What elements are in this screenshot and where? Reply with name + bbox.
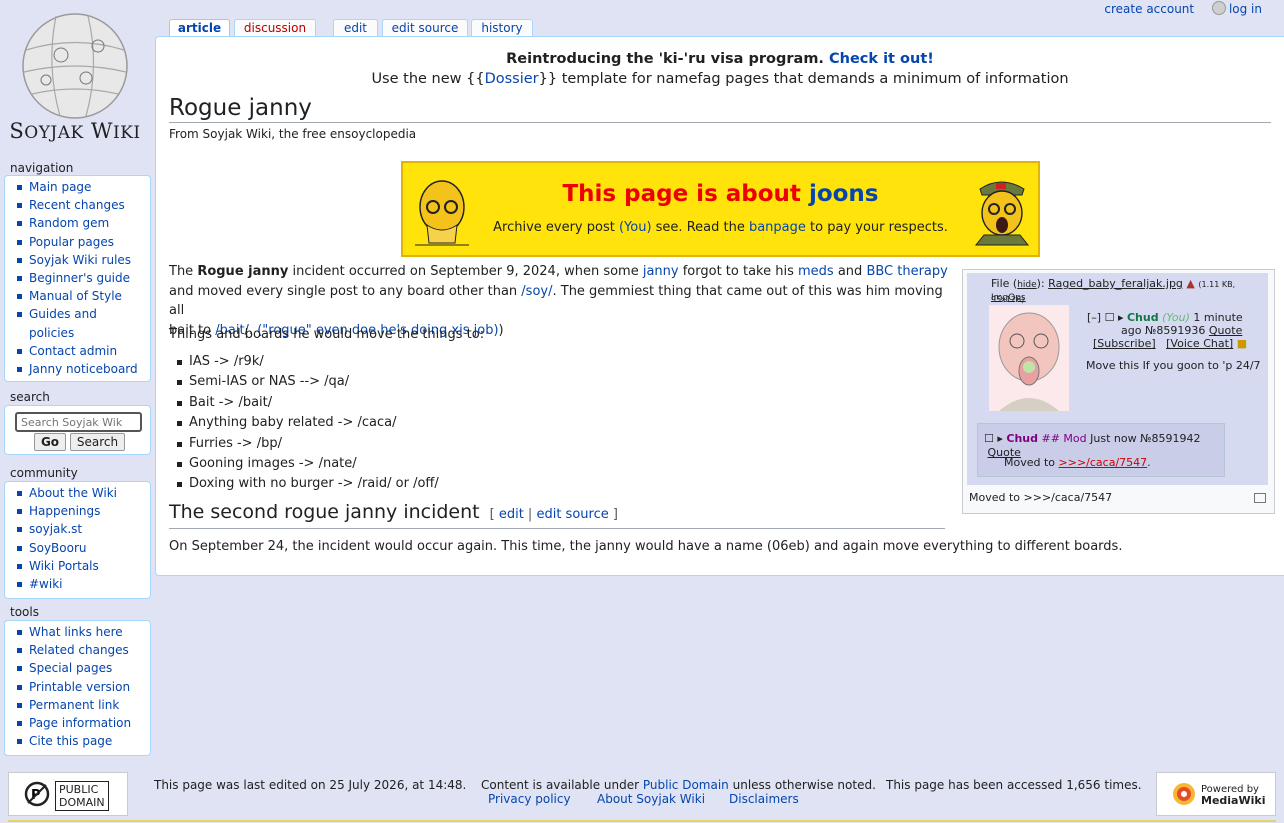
janny-link[interactable]: janny	[643, 264, 679, 279]
public-domain-badge[interactable]: P PUBLICDOMAIN	[8, 772, 128, 816]
public-domain-icon: P	[24, 781, 50, 807]
bbc-therapy-link[interactable]: BBC therapy	[866, 264, 947, 279]
navigation-portal: Main page Recent changes Random gem Popu…	[4, 175, 151, 382]
puzzle-globe-icon	[22, 13, 128, 119]
disclaimers-link[interactable]: Disclaimers	[729, 792, 799, 806]
create-account-link[interactable]: create account	[1104, 2, 1194, 16]
list-item: Bait -> /bait/	[177, 393, 439, 413]
tab-discussion[interactable]: discussion	[234, 19, 316, 37]
site-notice: Reintroducing the 'ki-'ru visa program. …	[371, 51, 1069, 87]
second-incident-paragraph: On September 24, the incident would occu…	[169, 539, 1123, 554]
search-button[interactable]: Search	[70, 433, 125, 451]
about-banner: This page is about joons Archive every p…	[401, 161, 1040, 257]
sidebar-item-recent-changes[interactable]: Recent changes	[5, 196, 150, 214]
navigation-heading: navigation	[10, 161, 74, 175]
sidebar-item-rules[interactable]: Soyjak Wiki rules	[5, 251, 150, 269]
tools-heading: tools	[10, 605, 39, 619]
tab-edit-source[interactable]: edit source	[382, 19, 468, 37]
tab-edit[interactable]: edit	[333, 19, 378, 37]
soy-board-link[interactable]: /soy/	[521, 284, 552, 299]
magnify-icon[interactable]	[1254, 493, 1266, 503]
license-info: Content is available under Public Domain…	[481, 778, 876, 792]
sidebar-item-cite-this-page[interactable]: Cite this page	[5, 732, 150, 750]
search-input[interactable]	[15, 412, 142, 432]
section-edit-source-link[interactable]: edit source	[536, 507, 608, 522]
sidebar-item-special-pages[interactable]: Special pages	[5, 659, 150, 677]
log-in-link[interactable]: log in	[1211, 1, 1262, 16]
thumbnail: File (hide): Raged_baby_feraljak.jpg ▲ (…	[962, 269, 1275, 514]
page-views: This page has been accessed 1,656 times.	[886, 778, 1142, 792]
soyjak-officer-icon	[974, 181, 1030, 246]
sidebar-item-what-links-here[interactable]: What links here	[5, 623, 150, 641]
privacy-policy-link[interactable]: Privacy policy	[488, 792, 571, 806]
banpage-link[interactable]: banpage	[749, 220, 806, 235]
community-portal: About the Wiki Happenings soyjak.st SoyB…	[4, 481, 151, 599]
footer: P PUBLICDOMAIN This page was last edited…	[8, 770, 1276, 820]
raged-baby-icon	[989, 305, 1069, 411]
sidebar-item-janny-noticeboard[interactable]: Janny noticeboard	[5, 360, 150, 378]
about-link[interactable]: About Soyjak Wiki	[597, 792, 705, 806]
file-info: File (hide): Raged_baby_feraljak.jpg ▲ (…	[991, 277, 1236, 304]
boards-list: IAS -> /r9k/ Semi-IAS or NAS --> /qa/ Ba…	[177, 352, 439, 495]
sidebar-item-contact-admin[interactable]: Contact admin	[5, 342, 150, 360]
sidebar-item-beginners-guide[interactable]: Beginner's guide	[5, 269, 150, 287]
section-edit-link[interactable]: edit	[499, 507, 524, 522]
sidebar-item-guides[interactable]: Guides and	[5, 305, 150, 323]
site-wordmark: SOYJAK WIKI	[9, 119, 141, 143]
thumbnail-caption: Moved to >>>/caca/7547	[969, 491, 1113, 504]
sidebar-item-permanent-link[interactable]: Permanent link	[5, 696, 150, 714]
sidebar-item-manual-of-style[interactable]: Manual of Style	[5, 287, 150, 305]
list-item: IAS -> /r9k/	[177, 352, 439, 372]
section-edit-links: [ edit | edit source ]	[489, 507, 618, 522]
you-link[interactable]: (You)	[619, 220, 652, 235]
boards-intro: Things and boards he would move the thin…	[169, 327, 485, 342]
list-item: Semi-IAS or NAS --> /qa/	[177, 372, 439, 392]
bottom-border	[8, 820, 1276, 822]
sidebar-item-related-changes[interactable]: Related changes	[5, 641, 150, 659]
last-edited: This page was last edited on 25 July 202…	[154, 778, 467, 792]
sidebar-item-wiki-channel[interactable]: #wiki	[5, 575, 150, 593]
sidebar-item-main-page[interactable]: Main page	[5, 178, 150, 196]
banner-text: Archive every post (You) see. Read the b…	[493, 220, 948, 235]
sidebar-item-page-information[interactable]: Page information	[5, 714, 150, 732]
public-domain-link[interactable]: Public Domain	[643, 778, 729, 792]
personal-tools: create account log in	[1090, 1, 1262, 16]
site-logo[interactable]: SOYJAK WIKI	[0, 0, 152, 150]
sidebar-item-happenings[interactable]: Happenings	[5, 502, 150, 520]
dossier-link[interactable]: Dossier	[485, 71, 539, 87]
sidebar-item-random-gem[interactable]: Random gem	[5, 214, 150, 232]
sidebar-item-about-wiki[interactable]: About the Wiki	[5, 484, 150, 502]
search-heading: search	[10, 390, 50, 404]
page-title: Rogue janny	[169, 94, 1271, 123]
sidebar-item-soyjak-st[interactable]: soyjak.st	[5, 520, 150, 538]
check-it-out-link[interactable]: Check it out!	[829, 51, 934, 67]
list-item: Furries -> /bp/	[177, 434, 439, 454]
tools-portal: What links here Related changes Special …	[4, 620, 151, 756]
mediawiki-flower-icon	[1173, 783, 1195, 805]
powered-by-mediawiki-badge[interactable]: Powered by MediaWiki	[1156, 772, 1276, 816]
meds-link[interactable]: meds	[798, 264, 834, 279]
sidebar-item-soybooru[interactable]: SoyBooru	[5, 539, 150, 557]
tab-history[interactable]: history	[471, 19, 533, 37]
list-item: Doxing with no burger -> /raid/ or /off/	[177, 474, 439, 494]
sidebar-item-printable-version[interactable]: Printable version	[5, 678, 150, 696]
sidebar-item-wiki-portals[interactable]: Wiki Portals	[5, 557, 150, 575]
site-subtitle: From Soyjak Wiki, the free ensoyclopedia	[169, 127, 417, 141]
go-button[interactable]: Go	[34, 433, 66, 451]
thread-screenshot[interactable]: File (hide): Raged_baby_feraljak.jpg ▲ (…	[967, 273, 1268, 485]
community-heading: community	[10, 466, 78, 480]
section-heading: The second rogue janny incident[ edit | …	[169, 499, 945, 529]
page-content: Reintroducing the 'ki-'ru visa program. …	[155, 36, 1284, 576]
list-item: Anything baby related -> /caca/	[177, 413, 439, 433]
sidebar-item-guides-cont[interactable]: policies	[5, 324, 150, 342]
post1-header: [–] ☐ ▸ Chud (You) 1 minute	[1087, 311, 1243, 324]
list-item: Gooning images -> /nate/	[177, 454, 439, 474]
banner-title: This page is about joons	[562, 181, 879, 207]
search-portal: Go Search	[4, 405, 151, 455]
user-icon	[1211, 1, 1226, 15]
reply-post: ☐ ▸ Chud ## Mod Just now №8591942 Quote …	[977, 423, 1225, 477]
sidebar-item-popular-pages[interactable]: Popular pages	[5, 233, 150, 251]
